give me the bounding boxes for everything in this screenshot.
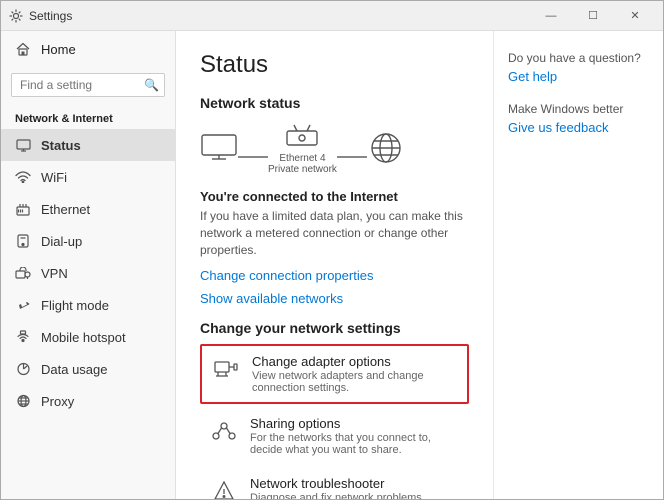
sharing-icon [210, 417, 238, 445]
close-button[interactable]: ✕ [615, 1, 655, 31]
page-title: Status [200, 51, 469, 79]
change-adapter-options-item[interactable]: Change adapter options View network adap… [200, 344, 469, 404]
help-section: Do you have a question? Get help [508, 51, 649, 84]
dialup-icon [15, 233, 31, 249]
adapter-text: Change adapter options View network adap… [252, 354, 457, 394]
flightmode-label: Flight mode [41, 298, 109, 313]
make-windows-better: Make Windows better [508, 102, 649, 116]
hotspot-label: Mobile hotspot [41, 330, 126, 345]
wifi-icon [15, 169, 31, 185]
data-icon [15, 361, 31, 377]
search-icon: 🔍 [144, 78, 159, 92]
home-icon [15, 41, 31, 57]
sidebar: Home 🔍 Network & Internet Status [1, 31, 176, 499]
status-icon [15, 137, 31, 153]
connected-subtext: If you have a limited data plan, you can… [200, 208, 469, 258]
troubleshooter-item[interactable]: Network troubleshooter Diagnose and fix … [200, 468, 469, 499]
sidebar-item-home[interactable]: Home [1, 31, 175, 67]
proxy-icon [15, 393, 31, 409]
sharing-title: Sharing options [250, 416, 459, 431]
sharing-desc: For the networks that you connect to, de… [250, 432, 459, 456]
sidebar-item-flightmode[interactable]: Flight mode [1, 289, 175, 321]
sidebar-item-wifi[interactable]: WiFi [1, 161, 175, 193]
status-label: Status [41, 138, 81, 153]
connected-text: You're connected to the Internet [200, 189, 469, 204]
change-settings-title: Change your network settings [200, 320, 469, 336]
feedback-link[interactable]: Give us feedback [508, 120, 649, 135]
wifi-label: WiFi [41, 170, 67, 185]
sidebar-item-ethernet[interactable]: Ethernet [1, 193, 175, 225]
sidebar-item-status[interactable]: Status [1, 129, 175, 161]
network-status-section-title: Network status [200, 95, 469, 111]
proxy-label: Proxy [41, 394, 74, 409]
sidebar-item-hotspot[interactable]: Mobile hotspot [1, 321, 175, 353]
adapter-desc: View network adapters and change connect… [252, 370, 457, 394]
sharing-text: Sharing options For the networks that yo… [250, 416, 459, 456]
right-panel: Do you have a question? Get help Make Wi… [493, 31, 663, 499]
change-connection-properties-link[interactable]: Change connection properties [200, 268, 469, 283]
troubleshooter-desc: Diagnose and fix network problems. [250, 492, 459, 499]
troubleshooter-icon [210, 477, 238, 499]
titlebar-controls: — ☐ ✕ [531, 1, 655, 31]
titlebar-left: Settings [9, 9, 72, 23]
sidebar-item-datausage[interactable]: Data usage [1, 353, 175, 385]
get-help-link[interactable]: Get help [508, 69, 649, 84]
titlebar-title: Settings [29, 9, 72, 23]
sidebar-item-vpn[interactable]: VPN [1, 257, 175, 289]
dialup-label: Dial-up [41, 234, 82, 249]
maximize-button[interactable]: ☐ [573, 1, 613, 31]
troubleshooter-title: Network troubleshooter [250, 476, 459, 491]
settings-window: Settings — ☐ ✕ Home 🔍 [0, 0, 664, 500]
search-input[interactable] [11, 73, 165, 97]
settings-app-icon [9, 9, 23, 23]
ethernet-label-diagram: Ethernet 4 Private network [268, 153, 337, 175]
home-label: Home [41, 42, 76, 57]
connector-left [238, 156, 268, 158]
ethernet-icon [15, 201, 31, 217]
show-available-networks-link[interactable]: Show available networks [200, 291, 469, 306]
ethernet-label: Ethernet [41, 202, 90, 217]
adapter-title: Change adapter options [252, 354, 457, 369]
sidebar-section-title: Network & Internet [1, 103, 175, 129]
sidebar-item-proxy[interactable]: Proxy [1, 385, 175, 417]
vpn-label: VPN [41, 266, 68, 281]
connector-right [337, 156, 367, 158]
main-content: Status Network status [176, 31, 493, 499]
datausage-label: Data usage [41, 362, 108, 377]
sidebar-item-dialup[interactable]: Dial-up [1, 225, 175, 257]
content-area: Home 🔍 Network & Internet Status [1, 31, 663, 499]
sharing-options-item[interactable]: Sharing options For the networks that yo… [200, 408, 469, 464]
network-diagram: Ethernet 4 Private network [200, 121, 469, 175]
hotspot-icon [15, 329, 31, 345]
adapter-icon [212, 355, 240, 383]
minimize-button[interactable]: — [531, 1, 571, 31]
troubleshooter-text: Network troubleshooter Diagnose and fix … [250, 476, 459, 499]
computer-icon [200, 133, 238, 163]
router-icon: Ethernet 4 Private network [268, 121, 337, 175]
vpn-icon [15, 265, 31, 281]
help-question: Do you have a question? [508, 51, 649, 65]
flight-icon [15, 297, 31, 313]
sidebar-search: 🔍 [11, 73, 165, 97]
titlebar: Settings — ☐ ✕ [1, 1, 663, 31]
globe-icon [367, 132, 405, 164]
feedback-section: Make Windows better Give us feedback [508, 102, 649, 135]
